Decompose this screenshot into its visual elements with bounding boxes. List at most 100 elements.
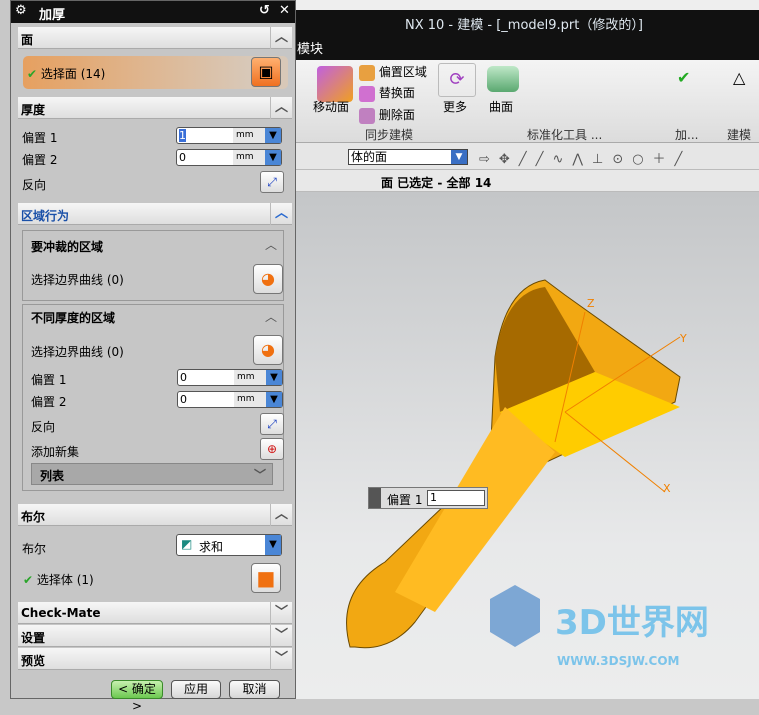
offset2-value: 0 [179, 151, 186, 164]
part-handle-face [395, 407, 555, 612]
arrow-down-icon[interactable]: ▼ [266, 370, 282, 385]
on-screen-input-label: 偏置 1 [387, 493, 423, 507]
status-bar: 面 已选定 - 全部 14 [295, 170, 759, 192]
check-icon[interactable]: ✔ [677, 68, 690, 87]
offset2-label: 偏置 2 [22, 153, 58, 167]
more-icon[interactable]: ⟳ [438, 63, 476, 97]
drag-handle-icon[interactable] [369, 488, 381, 508]
dialog-title-bar: ⚙ 加厚 ↺ ✕ [11, 1, 295, 23]
arrow-down-icon[interactable]: ▼ [265, 128, 281, 143]
section-region-behavior[interactable]: 区域行为 ︿ [18, 203, 292, 225]
gear-icon[interactable]: ⚙ [15, 3, 27, 18]
reverse-direction-icon[interactable]: ⤢ [260, 413, 284, 435]
group-standard-tools: 标准化工具 ... [527, 128, 603, 142]
section-preview-title: 预览 [21, 654, 46, 668]
chevron-up-icon: ︿ [270, 203, 292, 225]
surface-icon[interactable] [487, 66, 519, 92]
selection-filter-dropdown[interactable]: 体的面 ▼ [348, 149, 468, 165]
punch-select-curve-label: 选择边界曲线 (0) [31, 273, 124, 287]
face-select-cube-icon[interactable]: ▣ [251, 57, 281, 87]
section-check-mate-title: Check-Mate [21, 606, 101, 620]
ribbon: 移动面 偏置区域 替换面 删除面 ⟳ 更多 曲面 同步建模 标准化工具 ... … [295, 60, 759, 159]
axis-x-label: X [663, 482, 671, 495]
section-settings-title: 设置 [21, 631, 46, 645]
list-toggle[interactable]: 列表 ﹀ [31, 463, 273, 485]
unite-icon: ◩ [181, 537, 193, 551]
chevron-up-icon[interactable]: ︿ [265, 308, 277, 325]
section-face-title: 面 [21, 33, 34, 47]
reset-icon[interactable]: ↺ [259, 3, 270, 18]
more-button[interactable]: 更多 [443, 98, 467, 115]
punch-region-group: 要冲裁的区域 ︿ 选择边界曲线 (0) ◕ [22, 230, 284, 301]
move-face-button[interactable]: 移动面 [313, 98, 349, 115]
arrow-down-icon[interactable]: ▼ [266, 392, 282, 407]
delete-face-label: 删除面 [378, 108, 415, 122]
offset1-value: 1 [179, 129, 186, 142]
section-check-mate[interactable]: Check-Mate ﹀ [18, 602, 292, 624]
app-title-bar: NX 10 - 建模 - [_model9.prt（修改的）] 模块 [295, 10, 759, 60]
delete-face-button[interactable]: 删除面 [359, 106, 415, 124]
chevron-down-icon: ﹀ [253, 468, 266, 482]
offset-region-button[interactable]: 偏置区域 [359, 63, 427, 81]
cancel-button[interactable]: 取消 [229, 680, 280, 699]
app-title: NX 10 - 建模 - [_model9.prt（修改的）] [405, 18, 643, 33]
section-boolean-title: 布尔 [21, 510, 46, 524]
check-icon: ✔ [27, 67, 38, 81]
select-face-row[interactable]: ✔ 选择面 (14) [23, 56, 288, 89]
check-icon: ✔ [23, 573, 34, 587]
apply-button[interactable]: 应用 [171, 680, 221, 699]
varying-offset1-label: 偏置 1 [31, 373, 67, 387]
select-face-label: ✔ 选择面 (14) [27, 65, 105, 82]
replace-face-icon [359, 85, 375, 102]
unit-label: mm [233, 150, 265, 165]
chevron-down-icon: ﹀ [270, 648, 292, 670]
section-preview[interactable]: 预览 ﹀ [18, 648, 292, 670]
section-thickness[interactable]: 厚度 ︿ [18, 97, 292, 119]
reverse-direction-icon[interactable]: ⤢ [260, 171, 284, 193]
varying-select-curve-label: 选择边界曲线 (0) [31, 345, 124, 359]
section-face[interactable]: 面 ︿ [18, 27, 292, 49]
varying-offset1-field[interactable]: 0 mm ▼ [177, 369, 283, 386]
selection-filter-value: 体的面 [351, 150, 388, 164]
ok-button[interactable]: < 确定 > [111, 680, 163, 713]
axis-y-label: Y [679, 332, 687, 345]
section-boolean[interactable]: 布尔 ︿ [18, 504, 292, 526]
select-body-text: 选择体 (1) [36, 573, 94, 587]
arrow-down-icon[interactable]: ▼ [265, 150, 281, 165]
section-settings[interactable]: 设置 ﹀ [18, 625, 292, 647]
boundary-curve-icon[interactable]: ◕ [253, 264, 283, 294]
on-screen-input-field[interactable]: 1 [427, 490, 485, 506]
varying-offset2-field[interactable]: 0 mm ▼ [177, 391, 283, 408]
group-add: 加... [675, 128, 699, 142]
varying-offset1-value: 0 [180, 371, 187, 384]
offset1-field[interactable]: 1 mm ▼ [176, 127, 282, 144]
move-face-icon[interactable] [317, 66, 353, 102]
boundary-curve-icon[interactable]: ◕ [253, 335, 283, 365]
body-select-cube-icon[interactable]: ■ [251, 563, 281, 593]
close-icon[interactable]: ✕ [279, 3, 290, 18]
list-title: 列表 [40, 469, 65, 483]
add-new-set-icon[interactable]: ⊕ [260, 438, 284, 460]
menu-modules[interactable]: 模块 [297, 38, 323, 57]
surface-button[interactable]: 曲面 [489, 98, 513, 115]
chevron-down-icon: ﹀ [270, 602, 292, 624]
section-thickness-title: 厚度 [21, 103, 46, 117]
varying-reverse-label: 反向 [31, 420, 56, 434]
chevron-down-icon: ﹀ [270, 625, 292, 647]
chevron-up-icon[interactable]: ︿ [265, 236, 277, 253]
replace-face-button[interactable]: 替换面 [359, 84, 415, 102]
watermark-url: WWW.3DSJW.COM [557, 654, 679, 668]
reverse-label: 反向 [22, 178, 47, 192]
graphics-viewport[interactable]: Z Y X 3D世界网 WWW.3DSJW.COM 偏置 1 1 [295, 192, 759, 699]
on-screen-input[interactable]: 偏置 1 1 [368, 487, 488, 509]
offset1-label: 偏置 1 [22, 131, 58, 145]
offset-region-label: 偏置区域 [378, 65, 427, 79]
status-text: 面 已选定 - 全部 14 [381, 176, 492, 190]
triangle-icon[interactable]: △ [733, 68, 745, 87]
snap-point-icons[interactable]: ⇨✥╱╱∿⋀⊥⊙○＋╱ [479, 148, 691, 167]
boolean-dropdown[interactable]: ◩ 求和 ▼ [176, 534, 282, 556]
unit-label: mm [234, 392, 266, 407]
select-body-label[interactable]: ✔ 选择体 (1) [23, 571, 94, 588]
offset2-field[interactable]: 0 mm ▼ [176, 149, 282, 166]
chevron-down-icon: ▼ [265, 535, 281, 555]
